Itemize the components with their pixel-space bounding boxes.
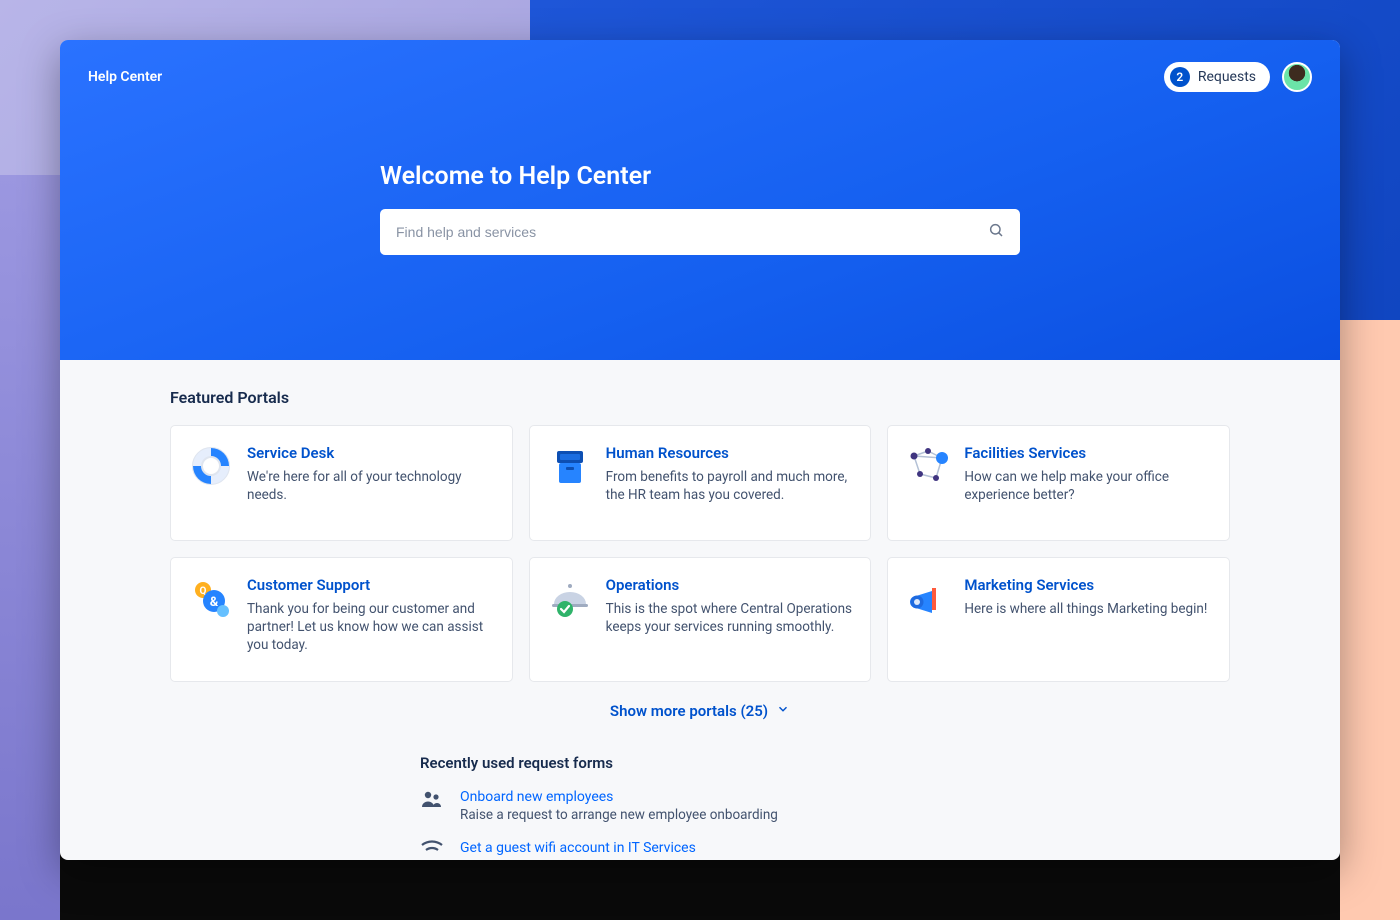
portal-desc: How can we help make your office experie… (964, 468, 1211, 504)
portal-card-marketing-services[interactable]: Marketing Services Here is where all thi… (887, 557, 1230, 682)
portal-card-service-desk[interactable]: Service Desk We're here for all of your … (170, 425, 513, 541)
chat-bubbles-icon: Q & (189, 576, 233, 620)
portal-desc: This is the spot where Central Operation… (606, 600, 853, 636)
portal-title: Facilities Services (964, 444, 1211, 462)
portal-card-operations[interactable]: Operations This is the spot where Centra… (529, 557, 872, 682)
show-more-label: Show more portals (25) (610, 702, 768, 720)
requests-count-badge: 2 (1170, 67, 1190, 87)
recent-link-wifi[interactable]: Get a guest wifi account in IT Services (460, 840, 696, 856)
requests-label: Requests (1198, 69, 1256, 85)
portal-card-customer-support[interactable]: Q & Customer Support Thank you for being… (170, 557, 513, 682)
megaphone-icon (906, 576, 950, 620)
featured-portals-heading: Featured Portals (170, 388, 1230, 407)
portal-title: Service Desk (247, 444, 494, 462)
requests-button[interactable]: 2 Requests (1164, 62, 1270, 92)
hero-title: Welcome to Help Center (380, 162, 1020, 191)
search-container (380, 209, 1020, 255)
portal-desc: We're here for all of your technology ne… (247, 468, 494, 504)
portal-grid: Service Desk We're here for all of your … (170, 425, 1230, 682)
portal-title: Operations (606, 576, 853, 594)
show-more-portals-button[interactable]: Show more portals (25) (170, 702, 1230, 720)
top-right-controls: 2 Requests (1164, 62, 1312, 92)
brand-title[interactable]: Help Center (88, 69, 162, 85)
portal-desc: Thank you for being our customer and par… (247, 600, 494, 655)
lifebuoy-icon (189, 444, 233, 488)
recent-forms-section: Recently used request forms Onboard new … (420, 754, 980, 860)
file-cabinet-icon (548, 444, 592, 488)
hero-center: Welcome to Help Center (380, 162, 1020, 255)
cloche-check-icon (548, 576, 592, 620)
chevron-down-icon (776, 702, 790, 720)
search-input[interactable] (380, 209, 1020, 255)
search-icon[interactable] (988, 222, 1004, 242)
portal-card-human-resources[interactable]: Human Resources From benefits to payroll… (529, 425, 872, 541)
main-content: Featured Portals Service Desk We're her (60, 360, 1340, 860)
recent-item: Onboard new employees Raise a request to… (420, 786, 980, 823)
portal-title: Human Resources (606, 444, 853, 462)
people-icon (420, 786, 446, 823)
recent-desc: Raise a request to arrange new employee … (460, 807, 778, 823)
hero-banner: Help Center 2 Requests Welcome to Help C… (60, 40, 1340, 360)
wifi-icon (420, 837, 446, 860)
recent-forms-heading: Recently used request forms (420, 754, 980, 772)
svg-text:&: & (210, 595, 219, 610)
decorative-bg (0, 175, 60, 920)
recent-link-onboard[interactable]: Onboard new employees (460, 789, 613, 805)
portal-desc: Here is where all things Marketing begin… (964, 600, 1207, 618)
portal-title: Customer Support (247, 576, 494, 594)
avatar[interactable] (1282, 62, 1312, 92)
top-bar: Help Center 2 Requests (88, 62, 1312, 92)
help-center-window: Help Center 2 Requests Welcome to Help C… (60, 40, 1340, 860)
decorative-bg (1340, 320, 1400, 920)
network-icon (906, 444, 950, 488)
portal-card-facilities-services[interactable]: Facilities Services How can we help make… (887, 425, 1230, 541)
portal-desc: From benefits to payroll and much more, … (606, 468, 853, 504)
portal-title: Marketing Services (964, 576, 1207, 594)
recent-item: Get a guest wifi account in IT Services (420, 837, 980, 860)
